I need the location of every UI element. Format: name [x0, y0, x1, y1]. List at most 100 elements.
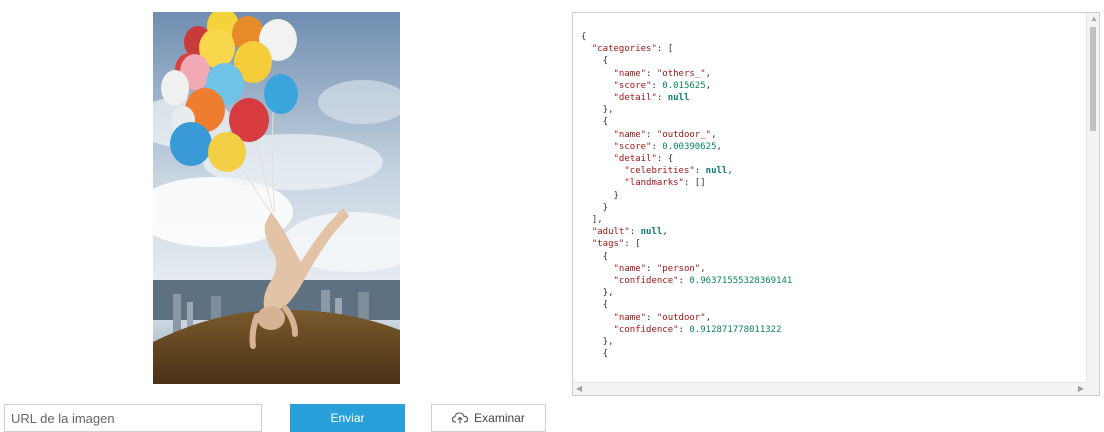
json-token: "outdoor" — [656, 312, 706, 323]
scroll-left-arrow-icon[interactable]: ◀ — [576, 383, 582, 395]
json-token: "name" — [613, 129, 647, 140]
json-token: "name" — [613, 263, 647, 274]
json-code-line: "score": 0.015625, — [581, 80, 1087, 92]
json-code-line: { — [581, 31, 1087, 43]
json-token: null — [705, 166, 728, 177]
json-token: : — [694, 166, 706, 177]
image-url-input[interactable] — [4, 404, 262, 432]
vertical-scroll-thumb[interactable] — [1090, 27, 1096, 131]
json-token: }, — [581, 288, 614, 299]
json-token: { — [581, 300, 609, 311]
json-token: }, — [581, 105, 614, 116]
json-token: "outdoor_" — [656, 129, 712, 140]
json-code-line: "name": "others_", — [581, 68, 1087, 80]
json-token: "detail" — [613, 154, 657, 165]
send-button[interactable]: Enviar — [290, 404, 405, 432]
json-token: : — [678, 324, 690, 335]
json-token: , — [700, 263, 706, 274]
json-token: }, — [581, 337, 614, 348]
json-code-line: "detail": { — [581, 153, 1087, 165]
json-code-line: { — [581, 55, 1087, 67]
json-code-line: { — [581, 116, 1087, 128]
json-token: 0.96371555328369141 — [689, 276, 793, 287]
json-token: "categories" — [591, 44, 657, 55]
json-code-line: "celebrities": null, — [581, 165, 1087, 177]
json-code-line: "landmarks": [] — [581, 177, 1087, 189]
json-code-line: { — [581, 348, 1087, 360]
json-token: : — [646, 129, 657, 140]
json-token: "tags" — [591, 239, 625, 250]
json-token: { — [581, 251, 609, 262]
json-code-line: }, — [581, 287, 1087, 299]
json-token: : — [651, 141, 663, 152]
json-token: : — [678, 276, 690, 287]
json-token: { — [581, 32, 587, 42]
json-token: : — [651, 80, 663, 91]
json-code-line: } — [581, 190, 1087, 202]
json-token: } — [581, 190, 619, 201]
json-code-line: { — [581, 299, 1087, 311]
json-token: : [ — [624, 239, 641, 250]
json-token: } — [581, 202, 609, 213]
json-token: , — [711, 129, 717, 140]
json-token: { — [581, 349, 609, 360]
json-token: : — [629, 227, 641, 238]
json-token: 0.015625 — [662, 80, 706, 91]
scroll-right-arrow-icon[interactable]: ▶ — [1078, 383, 1084, 395]
json-token: : [ — [656, 44, 674, 55]
image-preview — [153, 12, 400, 384]
json-token: ], — [581, 215, 603, 226]
json-token: null — [667, 93, 690, 104]
json-token: "name" — [613, 68, 647, 79]
json-token: : [] — [683, 178, 706, 189]
json-code-line: "score": 0.00390625, — [581, 141, 1087, 153]
json-token: : { — [656, 154, 674, 165]
send-button-label: Enviar — [330, 411, 365, 425]
json-token: "adult" — [591, 227, 630, 238]
json-token: 0.912871778011322 — [689, 324, 782, 335]
json-token: , — [705, 80, 712, 91]
json-code-line: "adult": null, — [581, 226, 1087, 238]
json-code-line: ], — [581, 214, 1087, 226]
json-result-panel[interactable]: { "categories": [ { "name": "others_", "… — [572, 12, 1100, 396]
scroll-up-arrow-icon[interactable]: ▲ — [1090, 13, 1098, 25]
json-token: null — [640, 227, 663, 238]
vertical-scrollbar[interactable]: ▲ — [1086, 13, 1099, 383]
cloud-upload-icon — [452, 412, 469, 424]
json-token: "others_" — [656, 68, 706, 79]
json-token: : — [646, 68, 657, 79]
json-code-block: { "categories": [ { "name": "others_", "… — [573, 13, 1087, 360]
json-token: { — [581, 56, 609, 67]
json-code-line: "confidence": 0.96371555328369141 — [581, 275, 1087, 287]
scrollbar-corner — [1087, 383, 1099, 395]
json-token: : — [656, 93, 668, 104]
json-token: 0.00390625 — [662, 141, 717, 152]
browse-button[interactable]: Examinar — [431, 404, 546, 432]
json-token: "name" — [613, 312, 647, 323]
json-result-content: { "categories": [ { "name": "others_", "… — [573, 13, 1087, 383]
json-code-line: }, — [581, 336, 1087, 348]
json-token: "detail" — [613, 93, 657, 104]
json-token: "confidence" — [613, 276, 679, 287]
json-token: "landmarks" — [624, 178, 684, 189]
horizontal-scrollbar[interactable]: ◀ ▶ — [573, 382, 1087, 395]
browse-button-label: Examinar — [474, 411, 525, 425]
json-code-line: "name": "outdoor", — [581, 312, 1087, 324]
json-code-line: } — [581, 202, 1087, 214]
json-code-line: "categories": [ — [581, 43, 1087, 55]
json-code-line: }, — [581, 104, 1087, 116]
json-token: { — [581, 117, 609, 128]
json-code-line: "detail": null — [581, 92, 1087, 104]
preview-painting — [153, 12, 400, 384]
